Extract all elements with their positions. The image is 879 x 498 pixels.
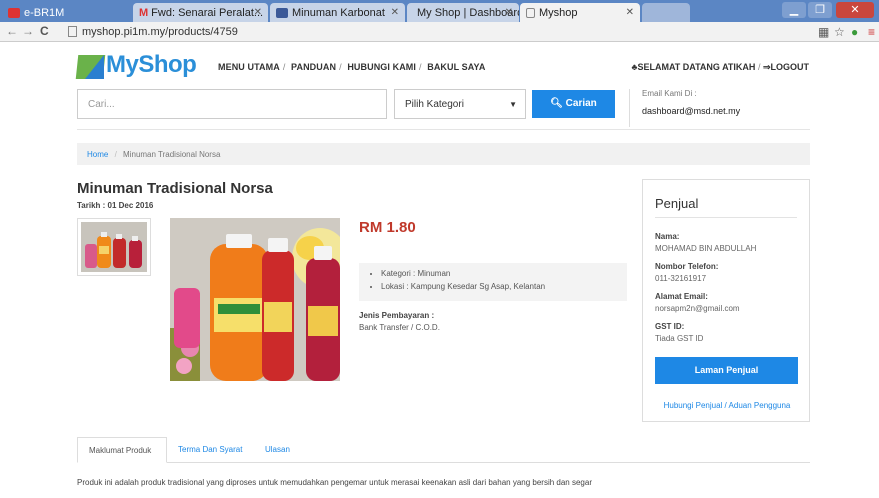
breadcrumb-current: Minuman Tradisional Norsa bbox=[123, 150, 221, 159]
close-tab-icon[interactable]: ✕ bbox=[505, 7, 513, 18]
category-select-value: Pilih Kategori bbox=[405, 99, 464, 110]
contact-email-block: Email Kami Di : dashboard@msd.net.my bbox=[629, 89, 810, 127]
product-specs: Kategori : Minuman Lokasi : Kampung Kese… bbox=[359, 263, 627, 301]
tab-ulasan[interactable]: Ulasan bbox=[254, 437, 301, 463]
page-icon bbox=[526, 7, 535, 18]
seller-email-value: norsapm2n@gmail.com bbox=[655, 304, 740, 313]
contact-email-label: Email Kami Di : bbox=[642, 89, 697, 98]
welcome-link[interactable]: ♣SELAMAT DATANG ATIKAH bbox=[632, 62, 756, 72]
browser-tab-facebook[interactable]: Minuman Karbonat ✕ bbox=[270, 3, 405, 22]
seller-phone-label: Nombor Telefon: bbox=[655, 262, 719, 271]
browser-tab-dashboard[interactable]: My Shop | Dashboard ✕ bbox=[407, 3, 519, 22]
url-input[interactable]: myshop.pi1m.my/products/4759 bbox=[68, 24, 808, 40]
seller-page-button[interactable]: Laman Penjual bbox=[655, 357, 798, 384]
breadcrumb: Home / Minuman Tradisional Norsa bbox=[77, 143, 810, 165]
seller-heading: Penjual bbox=[655, 196, 797, 218]
browser-tab-label: Minuman Karbonat bbox=[292, 6, 385, 19]
product-title: Minuman Tradisional Norsa bbox=[77, 180, 273, 197]
product-date: Tarikh : 01 Dec 2016 bbox=[77, 201, 154, 210]
product-price: RM 1.80 bbox=[359, 219, 416, 236]
minimize-icon[interactable]: ▁ bbox=[782, 2, 806, 18]
search-icon: 🔍︎ bbox=[550, 98, 563, 109]
user-nav: ♣SELAMAT DATANG ATIKAH / ⇒LOGOUT bbox=[631, 62, 809, 72]
payment-value: Bank Transfer / C.O.D. bbox=[359, 323, 440, 332]
browser-tab-myshop[interactable]: Myshop ✕ bbox=[520, 3, 640, 22]
nav-hubungi-kami[interactable]: HUBUNGI KAMI bbox=[347, 62, 416, 72]
contact-seller-link[interactable]: Hubungi Penjual / Aduan Pengguna bbox=[643, 401, 811, 410]
category-select[interactable]: Pilih Kategori ▼ bbox=[394, 89, 526, 119]
maximize-icon[interactable]: ❐ bbox=[808, 2, 832, 18]
close-tab-icon[interactable]: ✕ bbox=[254, 7, 262, 18]
seller-phone-value: 011-32161917 bbox=[655, 274, 707, 283]
product-description: Produk ini adalah produk tradisional yan… bbox=[77, 478, 592, 487]
logo-text: MyShop bbox=[106, 51, 197, 78]
spec-category: Kategori : Minuman bbox=[381, 269, 605, 278]
seller-panel: Penjual Nama: MOHAMAD BIN ABDULLAH Nombo… bbox=[642, 179, 810, 422]
page-icon bbox=[68, 26, 77, 37]
url-text: myshop.pi1m.my/products/4759 bbox=[82, 26, 238, 38]
seller-name-value: MOHAMAD BIN ABDULLAH bbox=[655, 244, 757, 253]
product-detail-tabs: Maklumat Produk Terma Dan Syarat Ulasan bbox=[77, 437, 810, 463]
header-divider bbox=[77, 129, 810, 130]
extension-icon[interactable]: ● bbox=[851, 25, 858, 39]
star-icon[interactable]: ☆ bbox=[834, 25, 845, 39]
chevron-down-icon: ▼ bbox=[509, 100, 517, 109]
browser-tab-label: Myshop bbox=[539, 6, 578, 19]
search-button[interactable]: 🔍︎ Carian bbox=[532, 90, 615, 118]
site-logo[interactable]: MyShop bbox=[75, 49, 197, 81]
nav-panduan[interactable]: PANDUAN bbox=[291, 62, 336, 72]
tab-maklumat-produk[interactable]: Maklumat Produk bbox=[77, 437, 167, 463]
flag-icon bbox=[8, 7, 20, 18]
gmail-icon: M bbox=[139, 6, 149, 19]
breadcrumb-home[interactable]: Home bbox=[87, 150, 108, 159]
nav-menu-utama[interactable]: MENU UTAMA bbox=[218, 62, 280, 72]
browser-tab-label: e-BR1M bbox=[24, 6, 65, 19]
contact-email-value: dashboard@msd.net.my bbox=[642, 106, 741, 116]
browser-tab-bar: e-BR1M M Fwd: Senarai Peralat... ✕ Minum… bbox=[0, 0, 879, 22]
browser-tab-label: Fwd: Senarai Peralat... bbox=[151, 6, 264, 19]
seller-gst-label: GST ID: bbox=[655, 322, 685, 331]
product-thumbnail[interactable] bbox=[77, 218, 151, 276]
back-icon[interactable]: ← bbox=[6, 24, 18, 38]
new-tab-button[interactable] bbox=[642, 3, 690, 22]
seller-email-label: Alamat Email: bbox=[655, 292, 708, 301]
close-tab-icon[interactable]: ✕ bbox=[391, 7, 399, 18]
seller-gst-value: Tiada GST ID bbox=[655, 334, 704, 343]
payment-label: Jenis Pembayaran : bbox=[359, 311, 435, 320]
nav-bakul-saya[interactable]: BAKUL SAYA bbox=[427, 62, 485, 72]
menu-icon[interactable]: ≡ bbox=[868, 25, 875, 39]
search-input[interactable]: Cari... bbox=[77, 89, 387, 119]
close-tab-icon[interactable]: ✕ bbox=[626, 7, 634, 18]
address-bar: ← → C myshop.pi1m.my/products/4759 ▦ ☆ ●… bbox=[0, 22, 879, 42]
product-image[interactable] bbox=[170, 218, 340, 381]
reload-icon[interactable]: C bbox=[40, 24, 49, 38]
browser-tab-ebr1m[interactable]: e-BR1M bbox=[2, 3, 122, 22]
logout-link[interactable]: ⇒LOGOUT bbox=[763, 62, 809, 72]
shopping-bag-icon bbox=[75, 51, 106, 79]
search-button-label: Carian bbox=[565, 98, 597, 109]
close-window-icon[interactable]: ✕ bbox=[836, 2, 874, 18]
spec-location: Lokasi : Kampung Kesedar Sg Asap, Kelant… bbox=[381, 282, 605, 291]
forward-icon[interactable]: → bbox=[22, 24, 34, 38]
seller-name-label: Nama: bbox=[655, 232, 680, 241]
tab-terma-dan-syarat[interactable]: Terma Dan Syarat bbox=[167, 437, 253, 463]
browser-tab-gmail[interactable]: M Fwd: Senarai Peralat... ✕ bbox=[133, 3, 268, 22]
translate-icon[interactable]: ▦ bbox=[818, 25, 829, 39]
main-nav: MENU UTAMA / PANDUAN / HUBUNGI KAMI / BAKUL… bbox=[218, 62, 486, 72]
facebook-icon bbox=[276, 7, 288, 18]
